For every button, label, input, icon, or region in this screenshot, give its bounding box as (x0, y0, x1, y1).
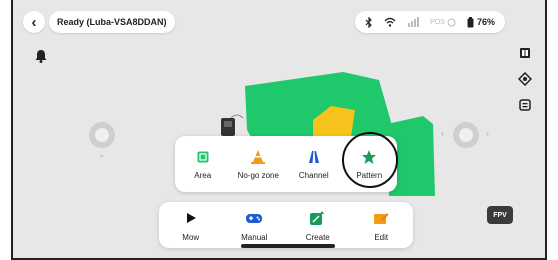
bluetooth-icon (365, 16, 373, 28)
create-mode-popup: Area No-go zone Channel Pattern (175, 132, 399, 192)
pencil-icon (372, 209, 390, 227)
chevron-left-icon: ‹ (441, 128, 444, 138)
fpv-button[interactable]: FPV (487, 206, 513, 224)
mode-area[interactable]: Area (178, 148, 228, 180)
area-icon (194, 148, 212, 166)
mode-channel[interactable]: Channel (289, 148, 339, 180)
mode-area-label: Area (194, 171, 212, 180)
fpv-label: FPV (493, 211, 507, 219)
right-joystick[interactable] (453, 122, 479, 148)
left-joystick-knob[interactable] (95, 128, 109, 142)
gamepad-icon (245, 209, 263, 227)
cone-icon (249, 148, 267, 166)
create-icon (309, 209, 327, 227)
battery-percent: 76% (476, 17, 495, 27)
settings-panel-icon[interactable] (516, 96, 534, 114)
cellular-signal-icon (407, 17, 420, 27)
channel-icon (305, 148, 323, 166)
battery-icon (467, 16, 474, 27)
back-button[interactable]: ‹ (23, 11, 45, 33)
play-icon (182, 209, 200, 227)
device-status-text: Ready (Luba-VSA8DDAN) (57, 17, 167, 27)
system-status-bar: POS 76% (355, 11, 505, 33)
map-layers-icon[interactable] (516, 44, 534, 62)
mow-label: Mow (182, 232, 200, 242)
right-toolbar (515, 44, 535, 114)
mode-channel-label: Channel (298, 171, 329, 180)
chevron-right-icon: › (486, 128, 489, 138)
device-status-pill: Ready (Luba-VSA8DDAN) (49, 11, 175, 33)
mode-no-go-zone-label: No-go zone (237, 171, 279, 180)
edit-label: Edit (374, 232, 389, 242)
mode-pattern[interactable]: Pattern (342, 132, 399, 188)
edit-button[interactable]: Edit (353, 209, 409, 242)
chevron-left-icon: ‹ (31, 13, 37, 31)
mode-no-go-zone[interactable]: No-go zone (233, 148, 283, 180)
wifi-icon (384, 17, 396, 27)
dock-marker (230, 114, 244, 119)
manual-label: Manual (241, 232, 268, 242)
pattern-highlight-ring (342, 132, 399, 188)
battery-indicator: 76% (467, 16, 495, 28)
chevron-down-icon: ⌄ (98, 149, 106, 159)
home-indicator (241, 244, 335, 248)
create-button[interactable]: Create (290, 209, 346, 242)
create-label: Create (305, 232, 330, 242)
right-joystick-knob[interactable] (459, 128, 473, 142)
pos-indicator: POS (430, 18, 456, 27)
pos-label: POS (430, 18, 445, 26)
bottom-action-bar: Mow Manual Create Edit (159, 202, 413, 248)
map-view: ‹ Ready (Luba-VSA8DDAN) POS 76% ⌄ ‹ › Ar… (11, 0, 547, 260)
left-joystick[interactable] (89, 122, 115, 148)
mow-button[interactable]: Mow (163, 209, 219, 242)
manual-button[interactable]: Manual (226, 209, 282, 242)
notification-bell-icon[interactable] (33, 48, 49, 64)
app-screen: ‹ Ready (Luba-VSA8DDAN) POS 76% ⌄ ‹ › Ar… (0, 0, 558, 260)
locate-icon[interactable] (516, 70, 534, 88)
robot-marker (221, 118, 235, 136)
